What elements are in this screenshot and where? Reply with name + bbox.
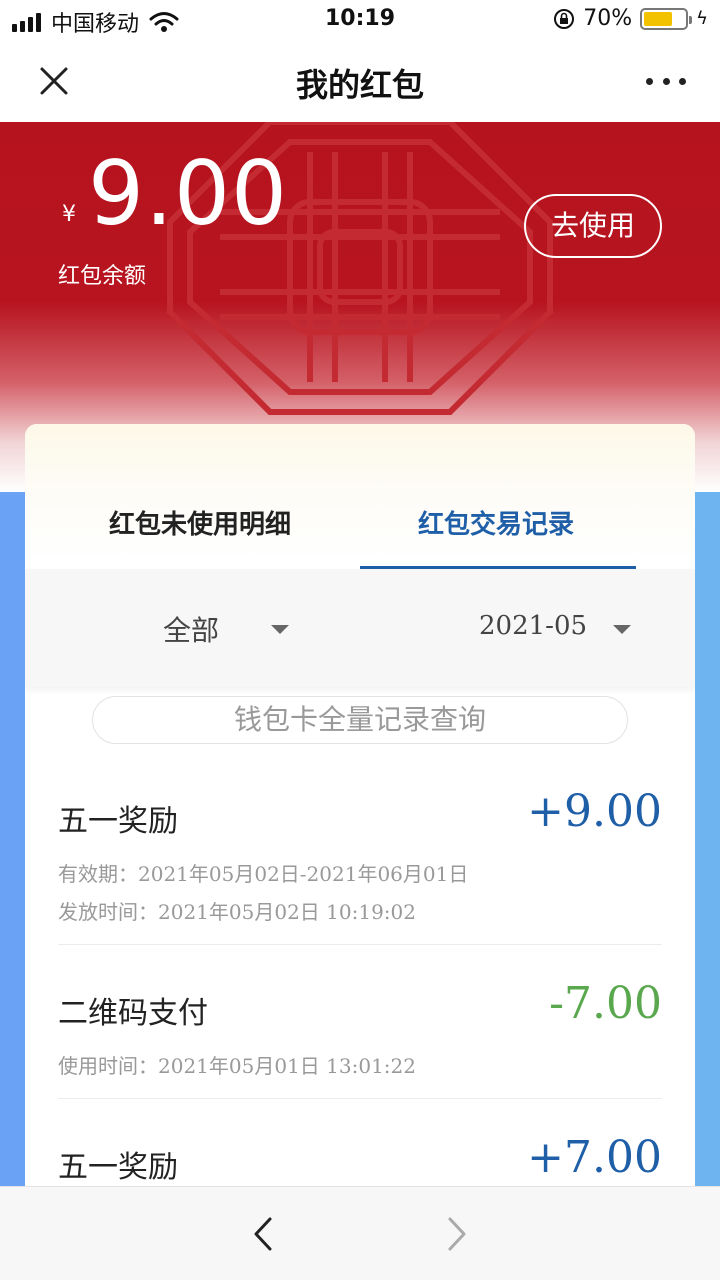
forward-arrow-icon[interactable] [442,1215,472,1253]
record-title: 五一奖励 [58,804,178,839]
divider [58,1098,662,1099]
tab-transaction-records[interactable]: 红包交易记录 [418,504,574,541]
list-item[interactable]: 五一奖励 +7.00 [58,1130,662,1186]
balance-label: 红包余额 [58,264,147,289]
records-card: 红包未使用明细 红包交易记录 全部 2021-05 钱包卡全量记录查询 五一奖励… [25,424,695,1186]
back-arrow-icon[interactable] [248,1215,278,1253]
record-amount: +7.00 [527,1132,662,1183]
battery-icon [640,7,693,30]
filter-bar: 全部 2021-05 [25,569,695,687]
record-amount: -7.00 [549,978,662,1029]
record-use-time: 使用时间：2021年05月01日 13:01:22 [58,1054,416,1078]
full-records-query-button[interactable]: 钱包卡全量记录查询 [92,696,628,744]
record-title: 二维码支付 [58,996,208,1031]
page-title: 我的红包 [295,66,424,104]
battery-percent: 70% [583,6,633,31]
charging-icon: ϟ [696,8,708,29]
record-title: 五一奖励 [58,1150,178,1185]
side-strip-left [0,492,26,1186]
list-item[interactable]: 二维码支付 -7.00 使用时间：2021年05月01日 13:01:22 [58,976,662,1099]
balance-amount: 9.00 [88,142,288,245]
more-icon[interactable] [646,66,686,96]
bottom-toolbar [0,1186,720,1280]
type-filter[interactable]: 全部 [163,609,219,649]
list-item[interactable]: 五一奖励 +9.00 有效期：2021年05月02日-2021年06月01日 发… [58,784,662,945]
status-bar: 中国移动 10:19 70% ϟ [0,0,720,40]
month-filter[interactable]: 2021-05 [479,611,587,641]
divider [58,944,662,945]
chevron-down-icon[interactable] [271,625,289,634]
record-issue-time: 发放时间：2021年05月02日 10:19:02 [58,900,416,924]
side-strip-right [694,492,720,1186]
status-right: 70% ϟ [553,6,708,31]
tabs-area [25,424,695,566]
use-button[interactable]: 去使用 [524,194,662,258]
rotation-lock-icon [554,8,575,29]
nav-bar: 我的红包 [0,40,720,122]
tab-unused-details[interactable]: 红包未使用明细 [109,504,291,541]
chevron-down-icon[interactable] [613,625,631,634]
record-amount: +9.00 [527,786,662,837]
battery-fill [644,11,673,26]
currency-symbol: ¥ [62,202,76,227]
record-validity: 有效期：2021年05月02日-2021年06月01日 [58,862,469,886]
